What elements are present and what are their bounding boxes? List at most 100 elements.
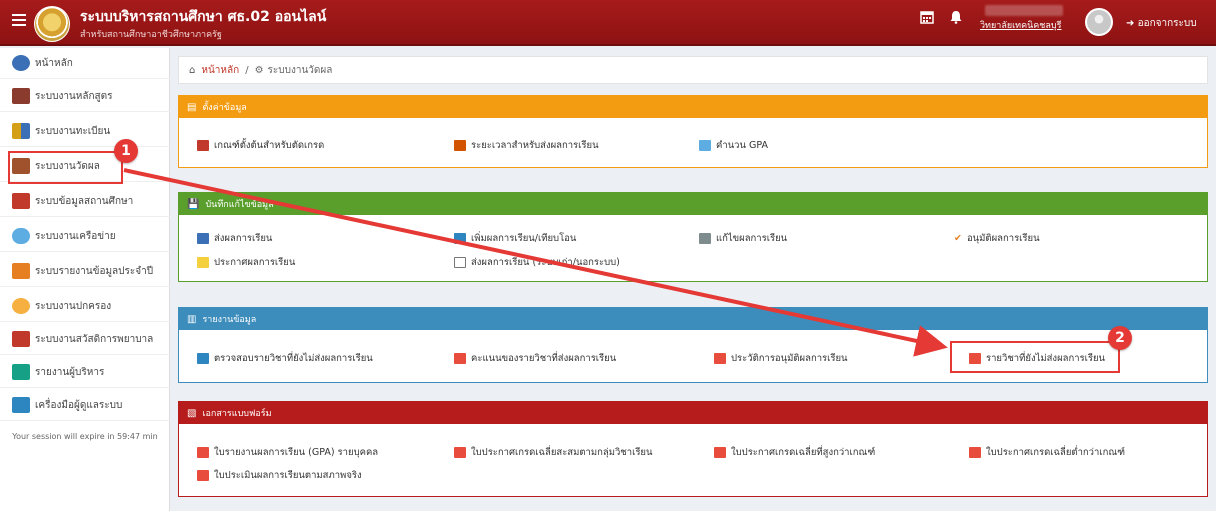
timetable-icon (454, 140, 466, 151)
logo (34, 6, 70, 42)
pdf-icon (454, 353, 466, 364)
link-submit-grades[interactable]: ส่งผลการเรียน (197, 231, 272, 246)
link-authentic-assessment[interactable]: ใบประเมินผลการเรียนตามสภาพจริง (197, 468, 362, 483)
link-gpa-by-group[interactable]: ใบประกาศเกรดเฉลี่ยสะสมตามกลุ่มวิชาเรียน (454, 445, 653, 460)
sidebar-item-label: ระบบรายงานข้อมูลประจำปี (35, 265, 154, 277)
logout-link[interactable]: ➜ ออกจากระบบ (1126, 16, 1197, 31)
link-label: เพิ่มผลการเรียน/เทียบโอน (471, 233, 577, 244)
breadcrumb-separator: / (245, 64, 249, 76)
panel-record: 💾 บันทึกแก้ไขข้อมูล ส่งผลการเรียน เพิ่มผล… (178, 192, 1208, 282)
sidebar-item-label: ระบบข้อมูลสถานศึกษา (35, 195, 134, 207)
sidebar-item-label: เครื่องมือผู้ดูแลระบบ (35, 399, 123, 411)
sidebar-item-annual-report[interactable]: ระบบรายงานข้อมูลประจำปี (0, 256, 170, 287)
avatar[interactable] (1085, 8, 1113, 36)
pdf-icon (197, 470, 209, 481)
app-title: ระบบบริหารสถานศึกษา ศธ.02 ออนไลน์ (80, 9, 327, 25)
sidebar-item-school-data[interactable]: ระบบข้อมูลสถานศึกษา (0, 186, 170, 217)
link-scores-sent[interactable]: คะแนนของรายวิชาที่ส่งผลการเรียน (454, 351, 616, 366)
link-grade-criteria[interactable]: เกณฑ์ตั้งต้นสำหรับตัดเกรด (197, 138, 324, 153)
app-subtitle: สำหรับสถานศึกษาอาชีวศึกษาภาครัฐ (80, 30, 222, 40)
cloud-icon (12, 228, 30, 244)
sidebar-item-network[interactable]: ระบบงานเครือข่าย (0, 221, 170, 252)
pdf-icon (969, 447, 981, 458)
sidebar-item-discipline[interactable]: ระบบงานปกครอง (0, 291, 170, 322)
sidebar-item-admin-tools[interactable]: เครื่องมือผู้ดูแลระบบ (0, 390, 170, 421)
link-label: ประวัติการอนุมัติผลการเรียน (731, 353, 848, 364)
document-icon (454, 257, 466, 268)
menu-toggle-icon[interactable] (12, 14, 26, 26)
link-label: แก้ไขผลการเรียน (716, 233, 788, 244)
bell-icon[interactable] (950, 10, 962, 28)
announce-icon (197, 257, 209, 268)
link-submit-legacy[interactable]: ส่งผลการเรียน (ระบบเก่า/นอกระบบ) (454, 255, 620, 270)
sidebar-item-label: ระบบงานปกครอง (35, 300, 112, 312)
document-icon: ▧ (187, 407, 197, 419)
panel-reports-header: ▥ รายงานข้อมูล (179, 308, 1207, 330)
annotation-box-2 (950, 341, 1120, 373)
sidebar-item-registration[interactable]: ระบบงานทะเบียน (0, 116, 170, 147)
link-submit-period[interactable]: ระยะเวลาสำหรับส่งผลการเรียน (454, 138, 599, 153)
logout-label: ออกจากระบบ (1137, 18, 1197, 29)
link-label: อนุมัติผลการเรียน (966, 233, 1040, 244)
calendar-icon[interactable] (920, 10, 934, 28)
pdf-icon (714, 447, 726, 458)
panel-settings: ▤ ตั้งค่าข้อมูล เกณฑ์ตั้งต้นสำหรับตัดเกรด… (178, 95, 1208, 168)
database-icon: ▤ (187, 101, 197, 113)
link-gpa-above[interactable]: ใบประกาศเกรดเฉลี่ยที่สูงกว่าเกณฑ์ (714, 445, 875, 460)
panel-title: รายงานข้อมูล (202, 315, 257, 325)
cogs-icon: ⚙ (254, 64, 264, 76)
link-label: คำนวน GPA (716, 140, 769, 151)
link-label: ใบประเมินผลการเรียนตามสภาพจริง (214, 470, 362, 481)
link-edit-grades[interactable]: แก้ไขผลการเรียน (699, 231, 787, 246)
globe-icon (12, 55, 30, 71)
save-icon: 💾 (187, 198, 200, 210)
sidebar-item-curriculum[interactable]: ระบบงานหลักสูตร (0, 81, 170, 112)
book-icon (12, 88, 30, 104)
user-add-icon (454, 233, 466, 244)
sidebar-item-label: ระบบงานสวัสดิการพยาบาล (35, 333, 154, 345)
panel-title: บันทึกแก้ไขข้อมูล (205, 200, 274, 210)
panel-forms-header: ▧ เอกสารแบบฟอร์ม (179, 402, 1207, 424)
step-badge-1: 1 (114, 139, 138, 163)
first-aid-icon (12, 331, 30, 347)
breadcrumb-home[interactable]: หน้าหลัก (201, 63, 239, 78)
admin-icon (12, 397, 30, 413)
link-add-grades[interactable]: เพิ่มผลการเรียน/เทียบโอน (454, 231, 576, 246)
link-announce-grades[interactable]: ประกาศผลการเรียน (197, 255, 295, 270)
send-icon (197, 233, 209, 244)
link-label: ส่งผลการเรียน (ระบบเก่า/นอกระบบ) (471, 257, 620, 268)
sidebar-item-home[interactable]: หน้าหลัก (0, 48, 170, 79)
sidebar-item-label: หน้าหลัก (35, 57, 73, 69)
link-calc-gpa[interactable]: คำนวน GPA (699, 138, 768, 153)
link-approval-history[interactable]: ประวัติการอนุมัติผลการเรียน (714, 351, 848, 366)
user-name-blurred (985, 5, 1063, 16)
calculator-icon (197, 140, 209, 151)
sidebar-item-label: ระบบงานหลักสูตร (35, 90, 113, 102)
sidebar-item-label: ระบบงานเครือข่าย (35, 230, 116, 242)
top-navbar: ระบบบริหารสถานศึกษา ศธ.02 ออนไลน์ สำหรับ… (0, 0, 1216, 46)
pdf-icon (454, 447, 466, 458)
link-label: ส่งผลการเรียน (214, 233, 273, 244)
folder-icon (699, 233, 711, 244)
link-approve-grades[interactable]: ✔ อนุมัติผลการเรียน (954, 231, 1040, 246)
link-label: ประกาศผลการเรียน (214, 257, 296, 268)
panel-title: ตั้งค่าข้อมูล (202, 103, 247, 113)
people-icon (12, 123, 30, 139)
sidebar: หน้าหลัก ระบบงานหลักสูตร ระบบงานทะเบียน … (0, 48, 170, 511)
chart-icon (12, 364, 30, 380)
panel-forms: ▧ เอกสารแบบฟอร์ม ใบรายงานผลการเรียน (GPA)… (178, 401, 1208, 497)
check-icon: ✔ (954, 233, 962, 244)
list-icon (197, 353, 209, 364)
sidebar-item-welfare[interactable]: ระบบงานสวัสดิการพยาบาล (0, 324, 170, 355)
link-gpa-below[interactable]: ใบประกาศเกรดเฉลี่ยต่ำกว่าเกณฑ์ (969, 445, 1125, 460)
sidebar-item-executive[interactable]: รายงานผู้บริหาร (0, 357, 170, 388)
person-icon (12, 298, 30, 314)
breadcrumb-current: ระบบงานวัดผล (267, 64, 333, 76)
link-check-unsent[interactable]: ตรวจสอบรายวิชาที่ยังไม่ส่งผลการเรียน (197, 351, 373, 366)
panel-title: เอกสารแบบฟอร์ม (202, 409, 272, 419)
school-name[interactable]: วิทยาลัยเทคนิคชลบุรี (980, 18, 1061, 32)
link-label: ตรวจสอบรายวิชาที่ยังไม่ส่งผลการเรียน (214, 353, 373, 364)
link-gpa-individual[interactable]: ใบรายงานผลการเรียน (GPA) รายบุคคล (197, 445, 378, 460)
session-timer: Your session will expire in 59:47 min (12, 432, 158, 441)
bar-chart-icon: ▥ (187, 313, 197, 325)
